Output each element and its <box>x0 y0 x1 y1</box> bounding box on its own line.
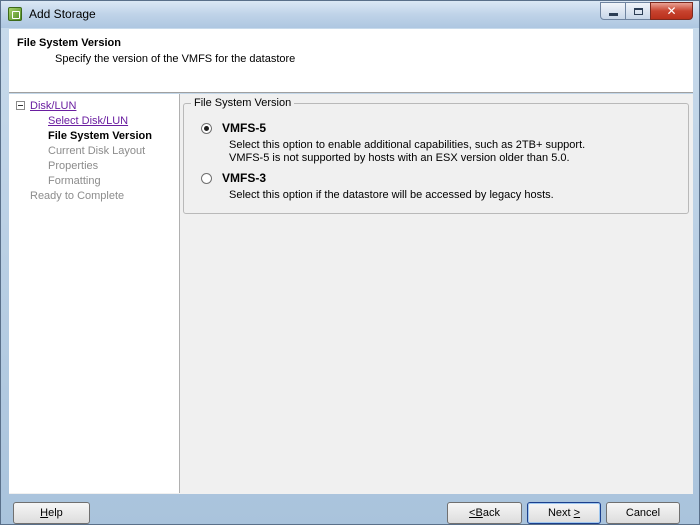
title-bar[interactable]: Add Storage ✕ <box>1 1 699 28</box>
wizard-steps-nav: Disk/LUN Select Disk/LUN File System Ver… <box>9 94 180 493</box>
nav-step-disk-lun[interactable]: Disk/LUN <box>30 100 76 112</box>
nav-step-current-disk-layout: Current Disk Layout <box>48 145 146 157</box>
next-button[interactable]: Next > <box>527 502 601 524</box>
vmfs5-option[interactable]: VMFS-5 <box>201 121 266 135</box>
page-title: File System Version <box>17 37 121 49</box>
vmfs3-label[interactable]: VMFS-3 <box>222 171 266 185</box>
maximize-icon <box>633 7 643 15</box>
vmfs5-description: Select this option to enable additional … <box>229 139 585 165</box>
wizard-body: Disk/LUN Select Disk/LUN File System Ver… <box>9 94 693 494</box>
help-button[interactable]: Help <box>13 502 90 524</box>
page-subtitle: Specify the version of the VMFS for the … <box>55 53 296 65</box>
vmfs3-radio[interactable] <box>201 172 212 184</box>
close-icon: ✕ <box>666 4 677 18</box>
file-system-version-group: File System Version VMFS-5 Select this o… <box>183 97 689 214</box>
vmfs3-option[interactable]: VMFS-3 <box>201 171 266 185</box>
vmfs3-description: Select this option if the datastore will… <box>229 189 554 202</box>
nav-step-formatting: Formatting <box>48 175 101 187</box>
back-label: ack <box>482 507 500 519</box>
collapse-toggle-icon[interactable] <box>16 101 25 110</box>
back-mnemonic: B <box>475 507 483 519</box>
vmfs5-label[interactable]: VMFS-5 <box>222 121 266 135</box>
wizard-header: File System Version Specify the version … <box>9 29 693 93</box>
minimize-button[interactable] <box>600 2 626 20</box>
nav-step-select-disk-lun[interactable]: Select Disk/LUN <box>48 115 128 127</box>
nav-step-ready-to-complete: Ready to Complete <box>30 190 125 202</box>
caption-buttons: ✕ <box>600 2 693 20</box>
nav-step-properties: Properties <box>48 160 99 172</box>
storage-wizard-icon <box>8 7 22 21</box>
next-label: Next <box>547 507 574 519</box>
maximize-button[interactable] <box>625 2 651 20</box>
vmfs3-description-line1: Select this option if the datastore will… <box>229 189 554 201</box>
wizard-footer: Help < Back Next > Cancel <box>1 495 699 525</box>
vmfs5-description-line1: Select this option to enable additional … <box>229 139 586 151</box>
add-storage-window: Add Storage ✕ File System Version Specif… <box>0 0 700 525</box>
minimize-icon <box>608 12 618 16</box>
cancel-button[interactable]: Cancel <box>606 502 680 524</box>
help-mnemonic: H <box>40 507 49 519</box>
back-button[interactable]: < Back <box>447 502 522 524</box>
group-label: File System Version <box>191 97 295 109</box>
vmfs5-description-line2: VMFS-5 is not supported by hosts with an… <box>229 152 570 164</box>
nav-step-file-system-version: File System Version <box>48 130 152 142</box>
vmfs5-radio[interactable] <box>201 122 212 134</box>
next-mnemonic: > <box>573 507 581 519</box>
window-title: Add Storage <box>29 7 96 21</box>
help-label: elp <box>48 507 63 519</box>
close-button[interactable]: ✕ <box>650 2 693 20</box>
